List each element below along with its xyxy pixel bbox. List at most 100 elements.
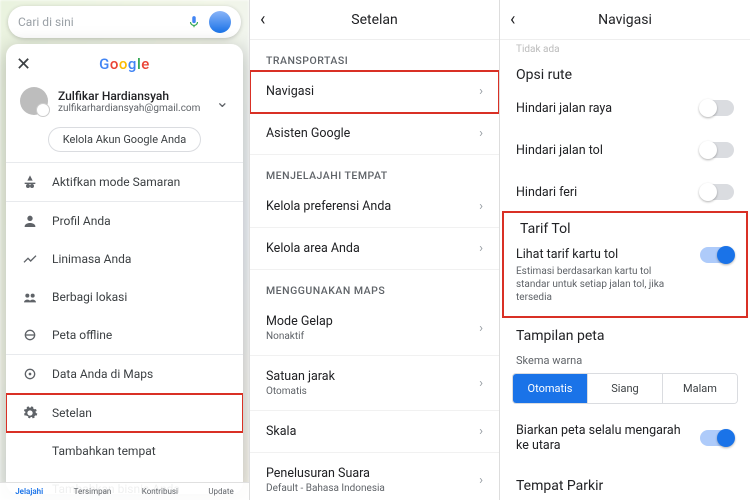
menu-label: Data Anda di Maps (52, 367, 153, 381)
section-route-options: Opsi rute (500, 55, 750, 87)
scheme-night[interactable]: Malam (662, 374, 737, 403)
search-bar[interactable]: Cari di sini (8, 6, 241, 38)
settings-row[interactable]: Satuan jarak Otomatis › (250, 356, 499, 411)
account-sheet: ✕ Google Zulfikar Hardiansyah zulfikarha… (6, 44, 243, 494)
chevron-right-icon: › (479, 376, 483, 391)
offline-icon (22, 327, 38, 343)
chevron-right-icon: › (479, 424, 483, 439)
page-title: Navigasi (598, 12, 652, 28)
toll-section-highlight: Tarif Tol Lihat tarif kartu tol Estimasi… (504, 213, 746, 316)
page-title: Setelan (351, 12, 398, 28)
account-row[interactable]: Zulfikar Hardiansyah zulfikarhardiansyah… (6, 81, 243, 121)
menu-label: Peta offline (52, 328, 112, 342)
row-sub: Otomatis (266, 386, 335, 397)
settings-row[interactable]: Skala› (250, 411, 499, 453)
account-email: zulfikarhardiansyah@gmail.com (58, 103, 206, 114)
section-map-display: Tampilan peta (500, 316, 750, 348)
account-panel: Cari di sini ✕ Google Zulfikar Hardiansy… (0, 0, 250, 500)
menu-item-incognito[interactable]: Aktifkan mode Samaran (6, 163, 243, 201)
menu-item-data[interactable]: Data Anda di Maps (6, 355, 243, 393)
section-toll: Tarif Tol (504, 213, 746, 241)
row-title: Navigasi (266, 84, 314, 99)
settings-row[interactable]: Penelusuran Suara Default - Bahasa Indone… (250, 453, 499, 500)
chevron-right-icon: › (479, 84, 483, 99)
route-label: Hindari jalan tol (516, 143, 603, 158)
route-label: Hindari jalan raya (516, 101, 612, 116)
settings-row[interactable]: Kelola area Anda › (250, 228, 499, 270)
scheme-day[interactable]: Siang (587, 374, 662, 403)
route-toggle[interactable] (700, 100, 734, 116)
gear-icon (22, 405, 38, 421)
navigation-header: ‹ Navigasi (500, 0, 750, 40)
mic-icon[interactable] (187, 15, 201, 29)
scheme-auto[interactable]: Otomatis (513, 374, 587, 403)
prev-option-faded: Tidak ada (500, 40, 750, 55)
route-option-row[interactable]: Hindari jalan tol (500, 129, 750, 171)
account-avatar (20, 87, 48, 115)
menu-item-timeline[interactable]: Linimasa Anda (6, 240, 243, 278)
toll-label: Lihat tarif kartu tol (516, 247, 686, 262)
toll-desc: Estimasi berdasarkan kartu tol standar u… (516, 265, 686, 304)
chevron-right-icon: › (479, 321, 483, 336)
back-icon[interactable]: ‹ (260, 9, 265, 30)
person-icon (22, 213, 38, 229)
tab-contribute[interactable]: Kontribusi (142, 487, 178, 496)
settings-header: ‹ Setelan (250, 0, 499, 40)
row-title: Asisten Google (266, 126, 350, 141)
north-up-label: Biarkan peta selalu mengarah ke utara (516, 423, 696, 453)
row-title: Penelusuran Suara (266, 466, 370, 481)
settings-panel: ‹ Setelan TRANSPORTASINavigasi›Asisten G… (250, 0, 500, 500)
search-placeholder: Cari di sini (18, 15, 179, 29)
settings-row[interactable]: Mode GelapNonaktif› (250, 301, 499, 356)
menu-label: Berbagi lokasi (52, 290, 127, 304)
row-title: Kelola area Anda (266, 241, 360, 256)
chevron-right-icon: › (479, 126, 483, 141)
row-title: Kelola preferensi Anda (266, 199, 391, 214)
chevron-right-icon: › (479, 241, 483, 256)
toll-toggle[interactable] (700, 247, 734, 263)
menu-label: Setelan (52, 406, 92, 420)
menu-item-person[interactable]: Profil Anda (6, 202, 243, 240)
route-toggle[interactable] (700, 142, 734, 158)
close-icon[interactable]: ✕ (16, 54, 31, 75)
section-header: MENJELAJAHI TEMPAT (250, 155, 499, 186)
scheme-label: Skema warna (500, 348, 750, 369)
settings-row[interactable]: Asisten Google › (250, 113, 499, 155)
route-toggle[interactable] (700, 184, 734, 200)
bottom-nav: Jelajahi Tersimpan Kontribusi Update (0, 482, 249, 500)
back-icon[interactable]: ‹ (510, 9, 515, 30)
route-label: Hindari feri (516, 185, 577, 200)
menu-item-offline[interactable]: Peta offline (6, 316, 243, 354)
row-title: Satuan jarak (266, 369, 335, 384)
timeline-icon (22, 251, 38, 267)
section-header: MENGGUNAKAN MAPS (250, 270, 499, 301)
chevron-right-icon: › (479, 473, 483, 488)
row-title: Mode Gelap (266, 314, 333, 329)
menu-item-share-loc[interactable]: Berbagi lokasi (6, 278, 243, 316)
section-header: TRANSPORTASI (250, 40, 499, 71)
section-parking: Tempat Parkir (500, 466, 750, 498)
account-name: Zulfikar Hardiansyah (58, 89, 206, 103)
menu-item-gear[interactable]: Setelan (6, 394, 243, 432)
menu-label: Tambahkan tempat (52, 444, 156, 458)
manage-account-button[interactable]: Kelola Akun Google Anda (48, 127, 201, 152)
north-up-row[interactable]: Biarkan peta selalu mengarah ke utara (500, 410, 750, 466)
avatar[interactable] (209, 11, 231, 33)
row-sub: Default - Bahasa Indonesia (266, 483, 385, 494)
chevron-right-icon: › (479, 199, 483, 214)
google-logo: Google (99, 55, 150, 73)
north-up-toggle[interactable] (700, 430, 734, 446)
menu-item-item-7[interactable]: Tambahkan tempat (6, 432, 243, 470)
route-option-row[interactable]: Hindari feri (500, 171, 750, 213)
blank-icon (22, 443, 38, 459)
tab-updates[interactable]: Update (208, 487, 233, 496)
tab-saved[interactable]: Tersimpan (74, 487, 112, 496)
route-option-row[interactable]: Hindari jalan raya (500, 87, 750, 129)
settings-row[interactable]: Navigasi › (250, 71, 499, 113)
menu-label: Profil Anda (52, 214, 111, 228)
menu-label: Aktifkan mode Samaran (52, 175, 180, 189)
settings-row[interactable]: Kelola preferensi Anda › (250, 186, 499, 228)
tab-explore[interactable]: Jelajahi (15, 487, 43, 496)
chevron-down-icon[interactable]: ⌄ (216, 92, 229, 111)
incognito-icon (22, 174, 38, 190)
